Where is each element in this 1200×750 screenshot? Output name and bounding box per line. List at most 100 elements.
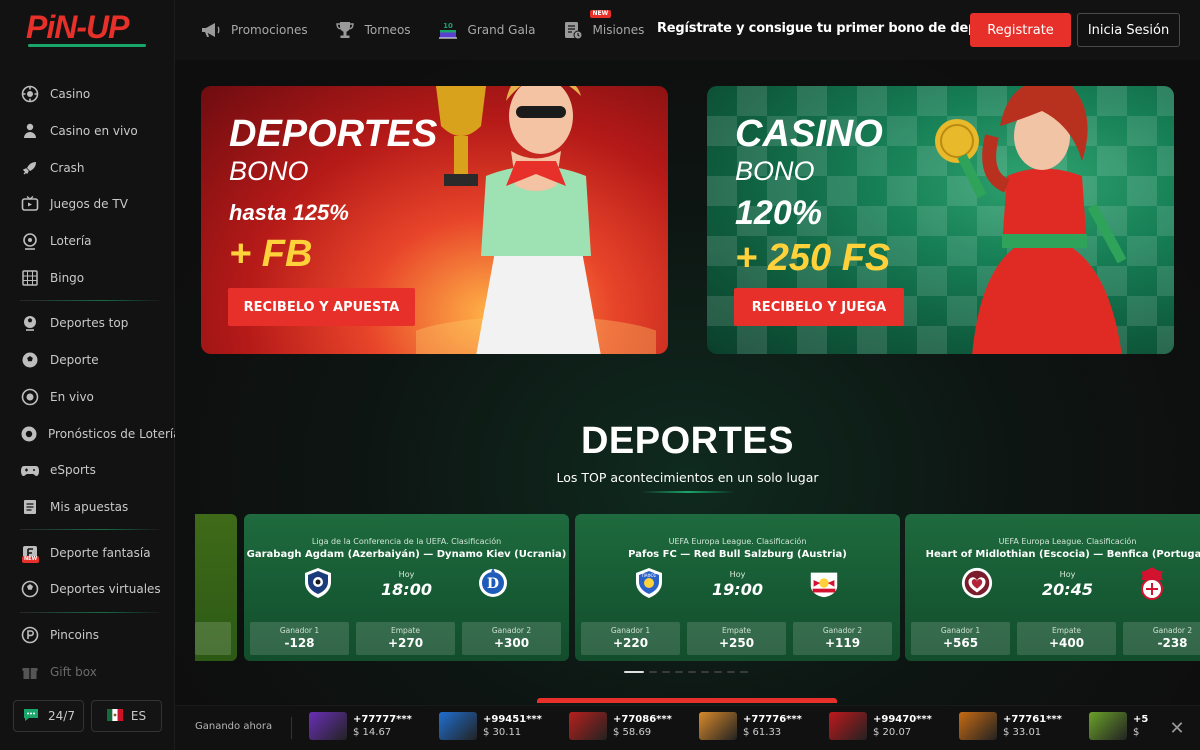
- game-thumbnail: [959, 712, 997, 740]
- win-item[interactable]: +77777*** $ 14.67: [309, 712, 412, 740]
- odd-button-away[interactable]: Ganador 2 +119: [793, 622, 892, 655]
- pinup-girl-trophy-illustration: [396, 86, 668, 354]
- sidebar-item-label: Mis apuestas: [50, 499, 129, 514]
- banner-title: DEPORTES: [229, 113, 438, 155]
- odd-button-home[interactable]: Ganador 1 +565: [911, 622, 1010, 655]
- sidebar-item-virtual-sports[interactable]: Deportes virtuales: [0, 571, 175, 608]
- match-card[interactable]: UEFA Europa League. Clasificación Heart …: [905, 514, 1200, 661]
- nav-label: Grand Gala: [467, 23, 536, 37]
- odd-button-home[interactable]: Ganador 1 -128: [250, 622, 349, 655]
- banner-title: CASINO: [735, 113, 883, 155]
- sidebar-item-pincoins[interactable]: Pincoins: [0, 617, 175, 654]
- sidebar-item-lottery[interactable]: Lotería: [0, 223, 175, 260]
- sidebar-item-esports[interactable]: eSports: [0, 452, 175, 489]
- match-teams: Pafos FC — Red Bull Salzburg (Austria): [628, 549, 847, 560]
- trophy-ball-icon: [20, 313, 40, 333]
- sports-bonus-banner[interactable]: DEPORTES BONO hasta 125% + FB RECIBELO Y…: [201, 86, 668, 354]
- match-teams: Heart of Midlothian (Escocia) — Benfica …: [925, 549, 1200, 560]
- game-thumbnail: [309, 712, 347, 740]
- carousel-dot[interactable]: [688, 671, 696, 673]
- odd-button-away[interactable]: Ganador 2 -238: [1123, 622, 1200, 655]
- sidebar-item-gift-box[interactable]: Gift box: [0, 653, 175, 690]
- winner-id: +99470***: [873, 714, 932, 725]
- sidebar-item-live[interactable]: En vivo: [0, 379, 175, 416]
- lottery-forecast-icon: [20, 424, 38, 444]
- sidebar-item-casino[interactable]: Casino: [0, 76, 175, 113]
- odd-value: +270: [387, 636, 424, 650]
- carousel-dot[interactable]: [662, 671, 670, 673]
- sidebar-footer: 24/7 ES: [13, 700, 162, 732]
- previous-match-card[interactable]: [195, 514, 237, 661]
- away-team-crest-icon: [1135, 566, 1169, 600]
- banner-bonus-extra: + FB: [229, 233, 313, 275]
- soccer-ball-icon: [20, 350, 40, 370]
- sidebar-item-label: Deportes top: [50, 316, 129, 331]
- nav-misiones[interactable]: NEW Misiones: [562, 10, 644, 41]
- win-item[interactable]: +99451*** $ 30.11: [439, 712, 542, 740]
- close-ticker-icon[interactable]: ✕: [1167, 718, 1187, 739]
- carousel-dot[interactable]: [649, 671, 657, 673]
- sidebar-divider: [20, 611, 160, 613]
- win-item[interactable]: +5 $: [1089, 712, 1148, 740]
- odd-button-draw[interactable]: Empate +270: [356, 622, 455, 655]
- odd-button[interactable]: [195, 622, 231, 655]
- carousel-dot[interactable]: [740, 671, 748, 673]
- sidebar-item-top-sports[interactable]: Deportes top: [0, 305, 175, 342]
- carousel-dot[interactable]: [675, 671, 683, 673]
- win-item[interactable]: +77761*** $ 33.01: [959, 712, 1062, 740]
- odd-button-draw[interactable]: Empate +250: [687, 622, 786, 655]
- nav-grand-gala[interactable]: 10 Grand Gala: [437, 19, 536, 41]
- receive-and-bet-button[interactable]: RECIBELO Y APUESTA: [228, 288, 415, 326]
- support-chat-button[interactable]: 24/7: [13, 700, 84, 732]
- sidebar-item-bingo[interactable]: Bingo: [0, 259, 175, 296]
- banner-bonus-percent: hasta 125%: [229, 200, 349, 225]
- sidebar-item-sport[interactable]: Deporte: [0, 342, 175, 379]
- odd-button-home[interactable]: Ganador 1 +220: [581, 622, 680, 655]
- odd-value: -238: [1157, 636, 1188, 650]
- banner-subtitle: BONO: [735, 156, 815, 186]
- carousel-dot[interactable]: [727, 671, 735, 673]
- receive-and-play-button[interactable]: RECIBELO Y JUEGA: [734, 288, 904, 326]
- win-item[interactable]: +77086*** $ 58.69: [569, 712, 672, 740]
- match-card[interactable]: UEFA Europa League. Clasificación Pafos …: [575, 514, 900, 661]
- login-button[interactable]: Inicia Sesión: [1077, 13, 1180, 47]
- odd-value: +119: [824, 636, 861, 650]
- odd-label: Ganador 2: [822, 626, 863, 635]
- win-text: +99470*** $ 20.07: [873, 713, 932, 739]
- casino-bonus-banner[interactable]: CASINO BONO 120% + 250 FS RECIBELO Y JUE…: [707, 86, 1174, 354]
- cake-icon: 10: [437, 19, 459, 41]
- fantasy-sport-icon: NEW: [20, 543, 40, 563]
- nav-torneos[interactable]: Torneos: [334, 19, 411, 41]
- nav-promociones[interactable]: Promociones: [200, 19, 308, 41]
- sidebar-item-tv-games[interactable]: Juegos de TV: [0, 186, 175, 223]
- svg-text:D: D: [487, 576, 499, 592]
- odd-label: Empate: [722, 626, 751, 635]
- carousel-dot[interactable]: [624, 671, 644, 673]
- sidebar-item-fantasy[interactable]: NEW Deporte fantasía: [0, 534, 175, 571]
- game-thumbnail: [1089, 712, 1127, 740]
- match-league: Liga de la Conferencia de la UEFA. Clasi…: [311, 537, 502, 546]
- sidebar-item-label: Pronósticos de Lotería: [48, 426, 181, 441]
- carousel-dot[interactable]: [701, 671, 709, 673]
- logo-text: PiN-UP: [26, 9, 129, 45]
- odd-value: +250: [718, 636, 755, 650]
- sidebar-item-label: Lotería: [50, 234, 92, 249]
- carousel-dot[interactable]: [714, 671, 722, 673]
- odd-button-draw[interactable]: Empate +400: [1017, 622, 1116, 655]
- sidebar-item-lottery-forecast[interactable]: Pronósticos de Lotería: [0, 415, 181, 452]
- sidebar-item-casino-live[interactable]: Casino en vivo: [0, 113, 175, 150]
- sidebar-item-label: Pincoins: [50, 627, 100, 642]
- sidebar-item-label: eSports: [50, 463, 96, 478]
- register-button[interactable]: Registrate: [970, 13, 1071, 47]
- live-circle-icon: [20, 387, 40, 407]
- language-selector[interactable]: ES: [91, 700, 162, 732]
- win-item[interactable]: +77776*** $ 61.33: [699, 712, 802, 740]
- pin-up-logo[interactable]: PiN-UP: [26, 10, 150, 50]
- win-item[interactable]: +99470*** $ 20.07: [829, 712, 932, 740]
- sidebar-item-crash[interactable]: Crash: [0, 149, 175, 186]
- match-card[interactable]: Liga de la Conferencia de la UEFA. Clasi…: [244, 514, 569, 661]
- support-label: 24/7: [48, 709, 75, 723]
- ticker-handle[interactable]: [537, 698, 837, 703]
- odd-button-away[interactable]: Ganador 2 +300: [462, 622, 561, 655]
- sidebar-item-my-bets[interactable]: Mis apuestas: [0, 489, 175, 526]
